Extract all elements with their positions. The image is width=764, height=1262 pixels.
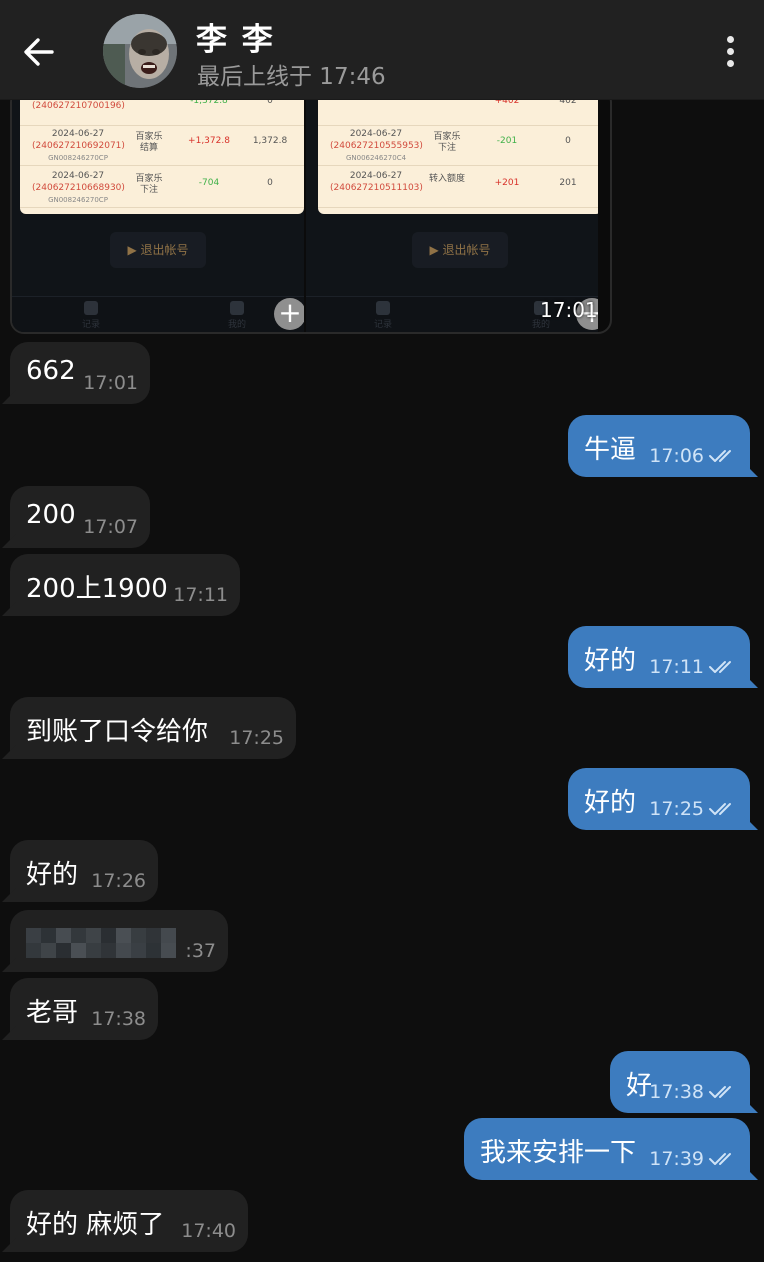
tab-mine: 我的 xyxy=(222,301,252,331)
transaction-row: 2024-06-27 (240627210511103) 转入额度 +201 201 xyxy=(318,166,598,208)
transaction-date: 2024-06-27 (240627210511103) xyxy=(330,171,423,193)
transaction-type: 百家乐 下注 xyxy=(135,174,163,195)
bubble-tail xyxy=(2,534,16,548)
transaction-balance: 201 xyxy=(559,178,577,188)
transaction-row: 2024-06-27 (240627210555953) GN006246270C4… xyxy=(318,124,598,166)
transaction-table: 2024-06-27(240627210700196)转出额度-1,372.80… xyxy=(20,90,304,214)
more-vertical-icon xyxy=(727,36,734,43)
message-text: 200上1900 xyxy=(26,574,168,604)
message-text: 到账了口令给你 xyxy=(26,717,209,747)
transaction-date: 2024-06-27 (240627210555953) GN006246270C4 xyxy=(330,129,423,162)
more-menu-button[interactable] xyxy=(720,32,744,72)
image-album[interactable]: 2024-06-27(240627210700196)转出额度-1,372.80… xyxy=(10,88,612,334)
message-text: 好的 xyxy=(584,788,637,818)
outgoing-message[interactable]: 好 17:38 xyxy=(610,1051,758,1113)
bubble-tail xyxy=(2,888,16,902)
logout-button: ▶ 退出帐号 xyxy=(110,232,206,268)
bubble-tail xyxy=(2,958,16,972)
message-time: 17:07 xyxy=(83,516,138,538)
incoming-message[interactable]: 200 17:07 xyxy=(2,486,150,548)
incoming-message[interactable]: 好的 麻烦了 17:40 xyxy=(2,1190,248,1252)
message-time: 17:25 xyxy=(649,798,704,820)
logout-button: ▶ 退出帐号 xyxy=(412,232,508,268)
message-text: 牛逼 xyxy=(584,435,637,465)
chat-title[interactable]: 李 李 xyxy=(196,14,275,59)
outgoing-message[interactable]: 好的 17:25 xyxy=(568,768,758,830)
message-time: 17:26 xyxy=(91,870,146,892)
bubble-tail xyxy=(744,1099,758,1113)
double-check-icon xyxy=(708,800,738,818)
transaction-balance: 1,372.8 xyxy=(252,136,288,146)
transaction-date: 2024-06-27 (240627210668930) GN008246270CP xyxy=(32,171,125,204)
incoming-message[interactable]: 好的 17:26 xyxy=(2,840,158,902)
transaction-balance: 0 xyxy=(565,136,571,146)
back-button[interactable] xyxy=(18,32,62,72)
tab-records: 记录 xyxy=(368,301,398,331)
transaction-date: 2024-06-27 (240627210692071) GN008246270CP xyxy=(32,129,125,162)
message-text: 好的 xyxy=(26,860,79,890)
outgoing-message[interactable]: 牛逼 17:06 xyxy=(568,415,758,477)
message-text: 662 xyxy=(26,356,76,386)
transaction-type: 转入额度 xyxy=(428,174,465,184)
tab-bar: 记录 我的 xyxy=(12,296,304,332)
message-time: 17:06 xyxy=(649,445,704,467)
message-time: 17:40 xyxy=(181,1220,236,1242)
bubble-tail xyxy=(2,602,16,616)
transaction-amount: -201 xyxy=(496,136,518,146)
tab-records: 记录 xyxy=(76,301,106,331)
transaction-type: 百家乐 结算 xyxy=(135,132,163,153)
message-time: :37 xyxy=(185,940,216,962)
message-text: 200 xyxy=(26,500,76,530)
bubble-tail xyxy=(2,390,16,404)
double-check-icon xyxy=(708,1150,738,1168)
message-time: 17:11 xyxy=(173,584,228,606)
chat-header: 李 李 最后上线于 17:46 xyxy=(0,0,764,100)
incoming-message[interactable]: 老哥 17:38 xyxy=(2,978,158,1040)
bubble-tail xyxy=(2,745,16,759)
pixelated-text xyxy=(26,928,176,958)
message-text: 好的 麻烦了 xyxy=(26,1210,165,1240)
contact-photo xyxy=(103,14,177,88)
double-check-icon xyxy=(708,1083,738,1101)
transaction-amount: -704 xyxy=(198,178,220,188)
message-text: 老哥 xyxy=(26,998,79,1028)
outgoing-message[interactable]: 我来安排一下 17:39 xyxy=(464,1118,758,1180)
message-time: 17:11 xyxy=(649,656,704,678)
avatar[interactable] xyxy=(103,14,177,88)
arrow-left-icon xyxy=(24,38,54,66)
bubble-tail xyxy=(744,816,758,830)
incoming-message[interactable]: :37 xyxy=(2,910,228,972)
plus-icon[interactable]: + xyxy=(274,298,304,330)
message-time: 17:25 xyxy=(229,727,284,749)
chat-screen: 李 李 最后上线于 17:46 2024-06-27(2406272107001… xyxy=(0,0,764,1262)
transaction-row: 2024-06-27 (240627210692071) GN008246270CP… xyxy=(20,124,304,166)
transaction-balance: 0 xyxy=(267,178,273,188)
message-text: 我来安排一下 xyxy=(480,1138,637,1168)
bubble-tail xyxy=(2,1238,16,1252)
message-time: 17:38 xyxy=(649,1081,704,1103)
double-check-icon xyxy=(708,447,738,465)
screenshot-image-1[interactable]: 2024-06-27(240627210700196)转出额度-1,372.80… xyxy=(12,90,304,332)
message-text: 好的 xyxy=(584,646,637,676)
bubble-tail xyxy=(744,1166,758,1180)
transaction-table: GN006246270C4结算+4024022024-06-27(2406272… xyxy=(318,90,598,214)
message-time: 17:01 xyxy=(83,372,138,394)
bubble-tail xyxy=(2,1026,16,1040)
bubble-tail xyxy=(744,463,758,477)
message-text: 好 xyxy=(626,1071,653,1101)
message-time: 17:38 xyxy=(91,1008,146,1030)
incoming-message[interactable]: 200上1900 17:11 xyxy=(2,554,240,616)
transaction-type: 百家乐 下注 xyxy=(433,132,461,153)
bubble-tail xyxy=(744,674,758,688)
double-check-icon xyxy=(708,658,738,676)
outgoing-message[interactable]: 好的 17:11 xyxy=(568,626,758,688)
transaction-amount: +201 xyxy=(494,178,520,188)
album-timestamp: 17:01 xyxy=(540,298,598,322)
incoming-message[interactable]: 到账了口令给你 17:25 xyxy=(2,697,296,759)
transaction-amount: +1,372.8 xyxy=(188,136,230,146)
transaction-row: 2024-06-27 (240627210668930) GN008246270CP… xyxy=(20,166,304,208)
incoming-message[interactable]: 662 17:01 xyxy=(2,342,150,404)
last-seen-status: 最后上线于 17:46 xyxy=(197,64,386,90)
message-time: 17:39 xyxy=(649,1148,704,1170)
